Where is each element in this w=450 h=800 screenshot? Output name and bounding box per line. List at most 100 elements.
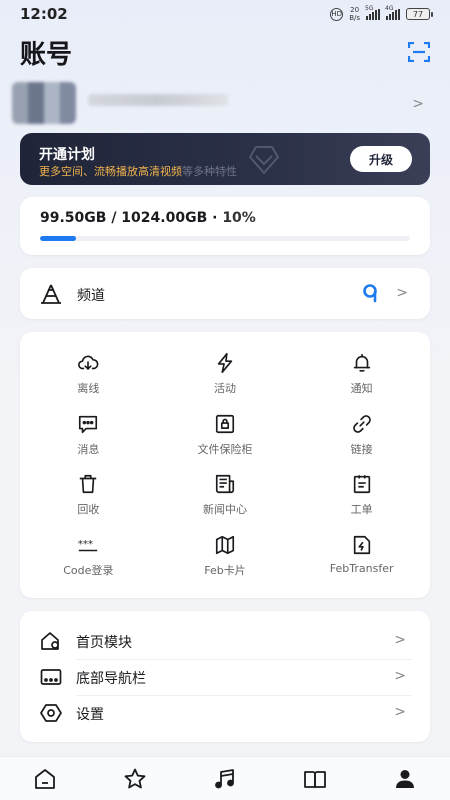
grid-item-file-vault[interactable]: 文件保险柜 (157, 407, 294, 468)
page-title: 账号 (20, 40, 73, 70)
asterisk-code-icon: *** (78, 538, 98, 551)
chevron-right-icon: > (412, 96, 424, 112)
plan-subtitle-faded: 等多种特性 (182, 165, 237, 178)
settings-menu-card: 首页模块 > 底部导航栏 > 设置 > (20, 611, 430, 742)
menu-item-label: 设置 (76, 707, 104, 723)
battery-icon: 77 (406, 8, 433, 20)
plan-card[interactable]: 开通计划 更多空间、流畅播放高清视频等多种特性 升级 (20, 133, 430, 185)
speed-unit: B/s (349, 14, 360, 22)
storage-card[interactable]: 99.50GB / 1024.00GB · 10% (20, 197, 430, 255)
status-icons: HD 20 B/s 5G 4G 77 (330, 5, 433, 22)
tower-icon (41, 284, 61, 304)
plan-subtitle: 更多空间、流畅播放高清视频等多种特性 (39, 163, 237, 179)
news-icon (215, 474, 235, 494)
grid-item-label: 离线 (77, 382, 100, 395)
book-icon (304, 770, 326, 788)
grid-item-feb-transfer[interactable]: FebTransfer (293, 528, 430, 589)
username-blurred (88, 94, 228, 106)
nav-profile[interactable] (385, 761, 425, 797)
battery-level: 77 (412, 9, 424, 19)
channel-badge-icon (363, 284, 377, 303)
grid-item-label: FebTransfer (329, 561, 394, 575)
grid-item-label: 通知 (350, 382, 373, 395)
trash-icon (80, 474, 97, 494)
grid-item-label: Code登录 (63, 563, 114, 577)
grid-item-label: 活动 (213, 382, 236, 395)
grid-item-links[interactable]: 链接 (293, 407, 430, 468)
menu-item-label: 底部导航栏 (76, 671, 146, 687)
grid-item-ticket[interactable]: 工单 (293, 467, 430, 528)
nav-home[interactable] (25, 761, 65, 797)
grid-item-label: 工单 (350, 503, 373, 516)
grid-item-code-login[interactable]: *** Code登录 (20, 528, 157, 589)
music-icon (215, 768, 234, 788)
plan-subtitle-main: 更多空间、流畅播放高清视频 (39, 165, 182, 178)
channel-row[interactable]: 频道 > (20, 268, 430, 319)
profile-row[interactable]: > (12, 82, 438, 126)
chevron-right-icon: > (394, 668, 406, 684)
signal-5g-icon: 5G (365, 5, 380, 20)
storage-percent: 10% (222, 210, 256, 226)
cloud-download-icon (78, 355, 99, 370)
signal-4g-label: 4G (385, 4, 394, 12)
grid-item-label: 新闻中心 (202, 503, 247, 516)
home-icon (35, 768, 55, 789)
clipboard-icon (353, 475, 370, 494)
star-icon (124, 768, 146, 788)
diamond-watermark-icon (248, 146, 280, 175)
signal-4g-icon: 4G (385, 5, 400, 20)
bottom-navigation (0, 756, 450, 800)
profile-icon (396, 769, 414, 788)
chevron-right-icon: > (394, 704, 406, 720)
speed-value: 20 (350, 6, 360, 14)
storage-progress-fill (40, 236, 76, 241)
menu-item-label: 首页模块 (76, 635, 132, 651)
lightning-icon (217, 353, 233, 373)
svg-text:***: *** (78, 538, 93, 549)
link-icon (352, 414, 371, 433)
navbar-icon (40, 669, 62, 685)
channel-label: 频道 (77, 288, 105, 304)
grid-item-label: 链接 (350, 442, 373, 456)
lock-box-icon (215, 414, 235, 433)
avatar[interactable] (12, 82, 76, 124)
scan-button[interactable] (407, 41, 431, 63)
network-speed: 20 B/s (349, 6, 360, 22)
chevron-right-icon: > (396, 285, 408, 301)
nav-favorites[interactable] (115, 761, 155, 797)
feature-grid-card: 离线 活动 通知 消息 文件保险柜 链接 回收 新闻中心 工单 *** Code… (20, 332, 430, 598)
grid-item-offline[interactable]: 离线 (20, 346, 157, 407)
grid-item-label: Feb卡片 (204, 563, 246, 577)
storage-separator: · (207, 210, 223, 226)
menu-item-bottom-navbar[interactable]: 底部导航栏 > (20, 659, 430, 694)
scan-icon (407, 41, 431, 63)
grid-item-messages[interactable]: 消息 (20, 407, 157, 468)
hd-icon: HD (330, 7, 344, 21)
nav-music[interactable] (205, 761, 245, 797)
chat-bubble-icon (79, 415, 98, 433)
feature-grid: 离线 活动 通知 消息 文件保险柜 链接 回收 新闻中心 工单 *** Code… (20, 332, 430, 598)
chevron-right-icon: > (394, 632, 406, 648)
grid-item-label: 消息 (77, 442, 100, 456)
storage-amount: 99.50GB / 1024.00GB (40, 210, 208, 226)
grid-item-recycle[interactable]: 回收 (20, 467, 157, 528)
storage-progress-bar (40, 236, 410, 241)
grid-item-label: 回收 (77, 503, 100, 516)
status-time: 12:02 (20, 5, 68, 23)
status-bar: 12:02 HD 20 B/s 5G 4G 77 (0, 0, 450, 28)
hexagon-settings-icon (40, 704, 62, 722)
grid-item-notification[interactable]: 通知 (293, 346, 430, 407)
bell-icon (353, 353, 370, 372)
storage-usage: 99.50GB / 1024.00GB · 10% (40, 210, 256, 226)
menu-item-home-modules[interactable]: 首页模块 > (20, 623, 430, 658)
upgrade-button[interactable]: 升级 (350, 146, 412, 172)
grid-item-activity[interactable]: 活动 (157, 346, 294, 407)
signal-5g-label: 5G (365, 4, 374, 12)
nav-library[interactable] (295, 761, 335, 797)
home-settings-icon (41, 632, 59, 650)
grid-item-news-center[interactable]: 新闻中心 (157, 467, 294, 528)
menu-item-settings[interactable]: 设置 > (20, 695, 430, 730)
plan-title: 开通计划 (39, 147, 95, 163)
grid-item-feb-card[interactable]: Feb卡片 (157, 528, 294, 589)
grid-item-label: 文件保险柜 (197, 442, 253, 456)
